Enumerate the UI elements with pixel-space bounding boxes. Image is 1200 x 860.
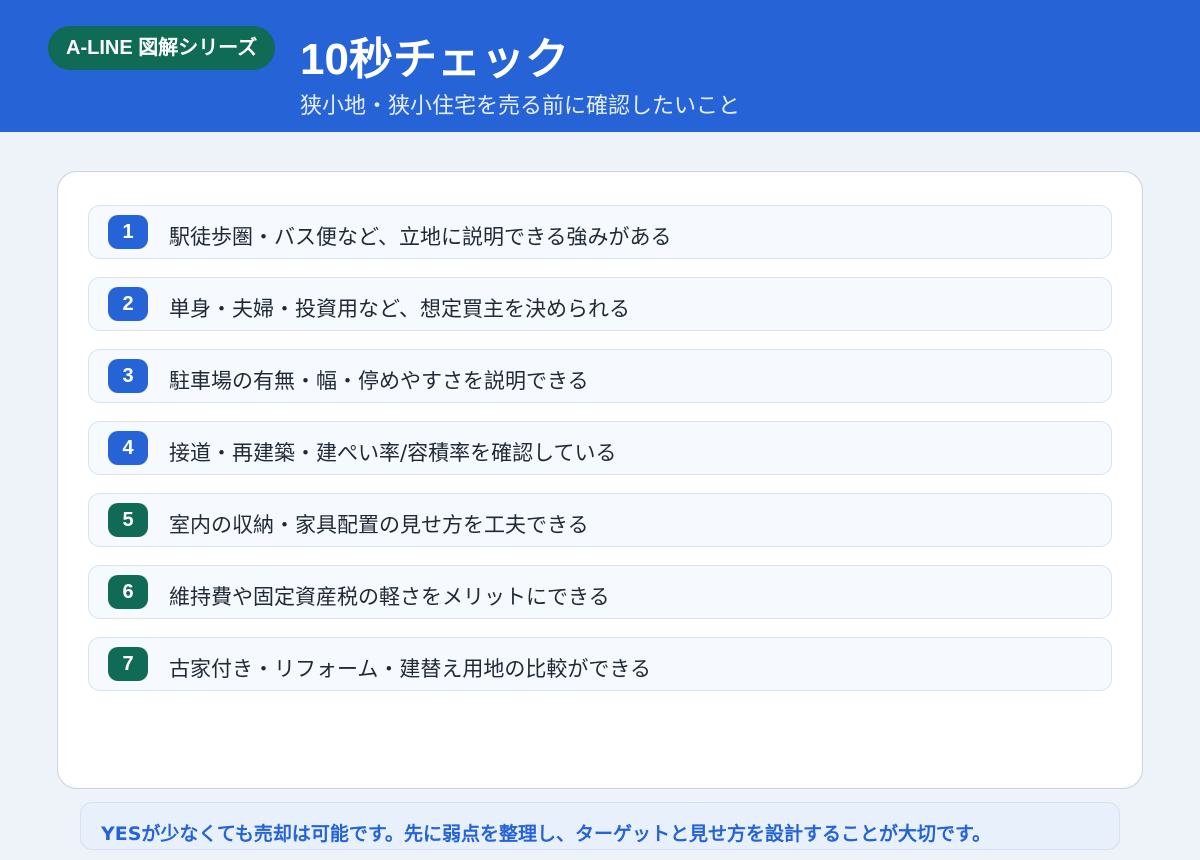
checklist-item: 5 室内の収納・家具配置の見せ方を工夫できる xyxy=(88,493,1112,547)
item-number-badge: 4 xyxy=(108,431,148,465)
item-text: 駅徒歩圏・バス便など、立地に説明できる強みがある xyxy=(169,225,672,249)
item-text: 室内の収納・家具配置の見せ方を工夫できる xyxy=(169,513,589,537)
item-text: 単身・夫婦・投資用など、想定買主を決められる xyxy=(169,297,630,321)
header-banner: A-LINE 図解シリーズ 10秒チェック 狭小地・狭小住宅を売る前に確認したい… xyxy=(0,0,1200,132)
item-number-badge: 1 xyxy=(108,215,148,249)
item-text: 駐車場の有無・幅・停めやすさを説明できる xyxy=(169,369,589,393)
series-badge: A-LINE 図解シリーズ xyxy=(48,26,276,70)
item-number-badge: 2 xyxy=(108,287,148,321)
item-number-badge: 5 xyxy=(108,503,148,537)
item-number-badge: 7 xyxy=(108,647,148,681)
checklist-item: 2 単身・夫婦・投資用など、想定買主を決められる xyxy=(88,277,1112,331)
checklist-item: 4 接道・再建築・建ぺい率/容積率を確認している xyxy=(88,421,1112,475)
page-subtitle: 狭小地・狭小住宅を売る前に確認したいこと xyxy=(300,94,741,119)
item-text: 維持費や固定資産税の軽さをメリットにできる xyxy=(169,585,610,609)
checklist-item: 1 駅徒歩圏・バス便など、立地に説明できる強みがある xyxy=(88,205,1112,259)
checklist-item: 6 維持費や固定資産税の軽さをメリットにできる xyxy=(88,565,1112,619)
item-number-badge: 6 xyxy=(108,575,148,609)
footer-note: YESが少なくても売却は可能です。先に弱点を整理し、ターゲットと見せ方を設計する… xyxy=(80,802,1120,850)
item-text: 接道・再建築・建ぺい率/容積率を確認している xyxy=(169,441,617,465)
item-text: 古家付き・リフォーム・建替え用地の比較ができる xyxy=(169,657,651,681)
footer-note-text: YESが少なくても売却は可能です。先に弱点を整理し、ターゲットと見せ方を設計する… xyxy=(101,823,992,845)
item-number-badge: 3 xyxy=(108,359,148,393)
checklist-item: 7 古家付き・リフォーム・建替え用地の比較ができる xyxy=(88,637,1112,691)
checklist-item: 3 駐車場の有無・幅・停めやすさを説明できる xyxy=(88,349,1112,403)
checklist-card xyxy=(57,171,1143,789)
page-title: 10秒チェック xyxy=(300,35,569,84)
